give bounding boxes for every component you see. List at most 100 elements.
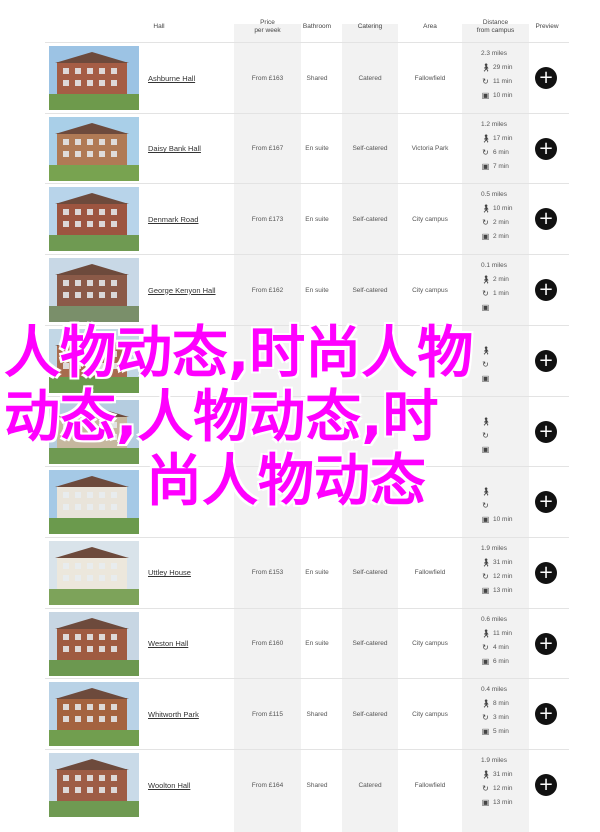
area-cell: City campus [412, 710, 448, 718]
hall-photo[interactable] [49, 46, 139, 110]
cycle-time: ↻ [481, 360, 493, 369]
hall-name-link[interactable]: Uttley House [148, 538, 191, 608]
table-row: Denmark Road From £173 En suite Self-catere… [45, 183, 569, 254]
cycle-time: ↻ 2 min [481, 218, 509, 227]
bathroom-cell: En suite [305, 286, 329, 294]
hall-photo[interactable] [49, 540, 139, 605]
preview-plus-icon[interactable]: + [535, 632, 557, 655]
bus-time-value: 10 min [493, 92, 513, 99]
distance-miles: 1.2 miles [481, 120, 508, 128]
walk-icon: 🚶︎ [481, 133, 492, 143]
cycle-time-value: 11 min [493, 78, 513, 85]
hall-photo[interactable] [49, 470, 139, 535]
price-cell: From £160 [251, 640, 284, 648]
hall-name-link[interactable]: George Kenyon Hall [148, 255, 216, 325]
area-cell: City campus [412, 640, 448, 648]
table-row: 🚶︎ ↻ ▣ 10 min + [45, 466, 569, 537]
preview-plus-icon[interactable]: + [535, 774, 557, 796]
walk-icon: 🚶︎ [481, 275, 492, 285]
bus-time: ▣ [481, 445, 493, 454]
preview-plus-icon[interactable]: + [535, 561, 557, 584]
walk-icon: 🚶︎ [481, 63, 492, 72]
walk-time: 🚶︎ 31 min [481, 770, 513, 779]
cycle-time: ↻ 4 min [481, 643, 509, 652]
preview-plus-icon[interactable]: + [535, 137, 557, 160]
bus-time-value: 5 min [493, 728, 509, 736]
hall-photo[interactable] [49, 682, 139, 747]
bus-time: ▣ 5 min [481, 727, 509, 736]
bus-icon: ▣ [481, 444, 490, 454]
hall-name-link[interactable]: Denmark Road [148, 184, 198, 254]
bus-time: ▣ 6 min [481, 657, 509, 666]
distance-miles: 2.3 miles [481, 50, 508, 57]
hall-photo[interactable] [49, 187, 139, 252]
area-cell: Victoria Park [411, 145, 449, 153]
walk-time-value: 2 min [493, 276, 509, 284]
walk-time: 🚶︎ 17 min [481, 134, 513, 143]
preview-plus-icon[interactable]: + [535, 279, 557, 302]
distance-miles: 0.1 miles [481, 262, 508, 270]
cycle-time: ↻ 6 min [481, 148, 509, 157]
price-cell: From £115 [252, 710, 283, 718]
bicycle-icon: ↻ [482, 501, 489, 511]
cycle-time: ↻ 11 min [481, 77, 512, 86]
bus-time-value: 2 min [493, 233, 509, 241]
preview-plus-icon[interactable]: + [535, 67, 557, 89]
hall-photo[interactable] [49, 116, 139, 181]
walk-icon: 🚶︎ [481, 699, 492, 709]
walk-time: 🚶︎ 10 min [481, 204, 513, 213]
preview-plus-icon[interactable]: + [535, 349, 557, 372]
preview-plus-icon[interactable]: + [535, 208, 557, 231]
bus-time: ▣ 13 min [481, 798, 513, 807]
bathroom-cell: Shared [306, 74, 328, 82]
distance-miles: 1.9 miles [481, 757, 508, 764]
area-cell: Fallowfield [414, 74, 446, 82]
bus-time: ▣ 10 min [481, 91, 513, 100]
table-row: Uttley House From £153 En suite Self-catere… [45, 536, 569, 608]
bathroom-cell: Shared [306, 781, 328, 789]
distance-miles: 0.5 miles [481, 191, 508, 199]
walk-time-value: 11 min [493, 629, 513, 637]
cycle-time: ↻ 12 min [481, 571, 513, 581]
bicycle-icon: ↻ [482, 713, 489, 723]
walk-time: 🚶︎ 11 min [481, 629, 512, 638]
hall-name-link[interactable]: Woolton Hall [148, 750, 190, 820]
hall-photo[interactable] [49, 611, 139, 676]
table-row: Woolton Hall From £164 Shared Catered Fallow… [45, 749, 569, 820]
price-cell: From £167 [251, 145, 284, 153]
preview-plus-icon[interactable]: + [535, 491, 557, 514]
header-area: Area [423, 23, 437, 30]
bathroom-cell: En suite [305, 640, 329, 648]
area-cell: City campus [412, 286, 448, 294]
price-cell: From £173 [251, 215, 284, 223]
cycle-time: ↻ [481, 501, 493, 510]
preview-plus-icon[interactable]: + [535, 420, 557, 443]
hall-name-link[interactable]: Weston Hall [148, 609, 188, 679]
walk-time: 🚶︎ 29 min [481, 63, 513, 72]
cycle-time-value: 3 min [493, 714, 509, 722]
bicycle-icon: ↻ [482, 430, 489, 440]
hall-photo[interactable] [49, 399, 139, 464]
walk-time: 🚶︎ [481, 346, 493, 355]
table-row: George Kenyon Hall From £162 En suite Self-… [45, 254, 569, 325]
walk-icon: 🚶︎ [481, 557, 492, 567]
cycle-time-value: 12 min [493, 785, 513, 792]
area-cell [405, 397, 455, 467]
distance-miles: 1.9 miles [481, 544, 508, 552]
bathroom-cell [292, 326, 342, 396]
walk-time-value: 31 min [493, 558, 513, 566]
hall-photo[interactable] [49, 258, 139, 323]
walk-icon: 🚶︎ [481, 416, 492, 426]
cycle-time-value: 12 min [493, 572, 513, 580]
hall-name-link[interactable]: Daisy Bank Hall [148, 114, 201, 184]
table-row: Ashburne Hall From £163 Shared Catered Fallo… [45, 42, 569, 113]
hall-name-link[interactable]: Whitworth Park [148, 679, 199, 749]
bus-time: ▣ 7 min [481, 162, 509, 171]
preview-plus-icon[interactable]: + [535, 703, 557, 726]
hall-photo[interactable] [49, 753, 139, 817]
hall-name-link[interactable]: Ashburne Hall [148, 43, 195, 113]
bicycle-icon: ↻ [482, 571, 489, 581]
table-row: 🚶︎ ↻ ▣ + [45, 395, 569, 467]
hall-photo[interactable] [49, 328, 139, 393]
cycle-time: ↻ 12 min [481, 784, 513, 793]
